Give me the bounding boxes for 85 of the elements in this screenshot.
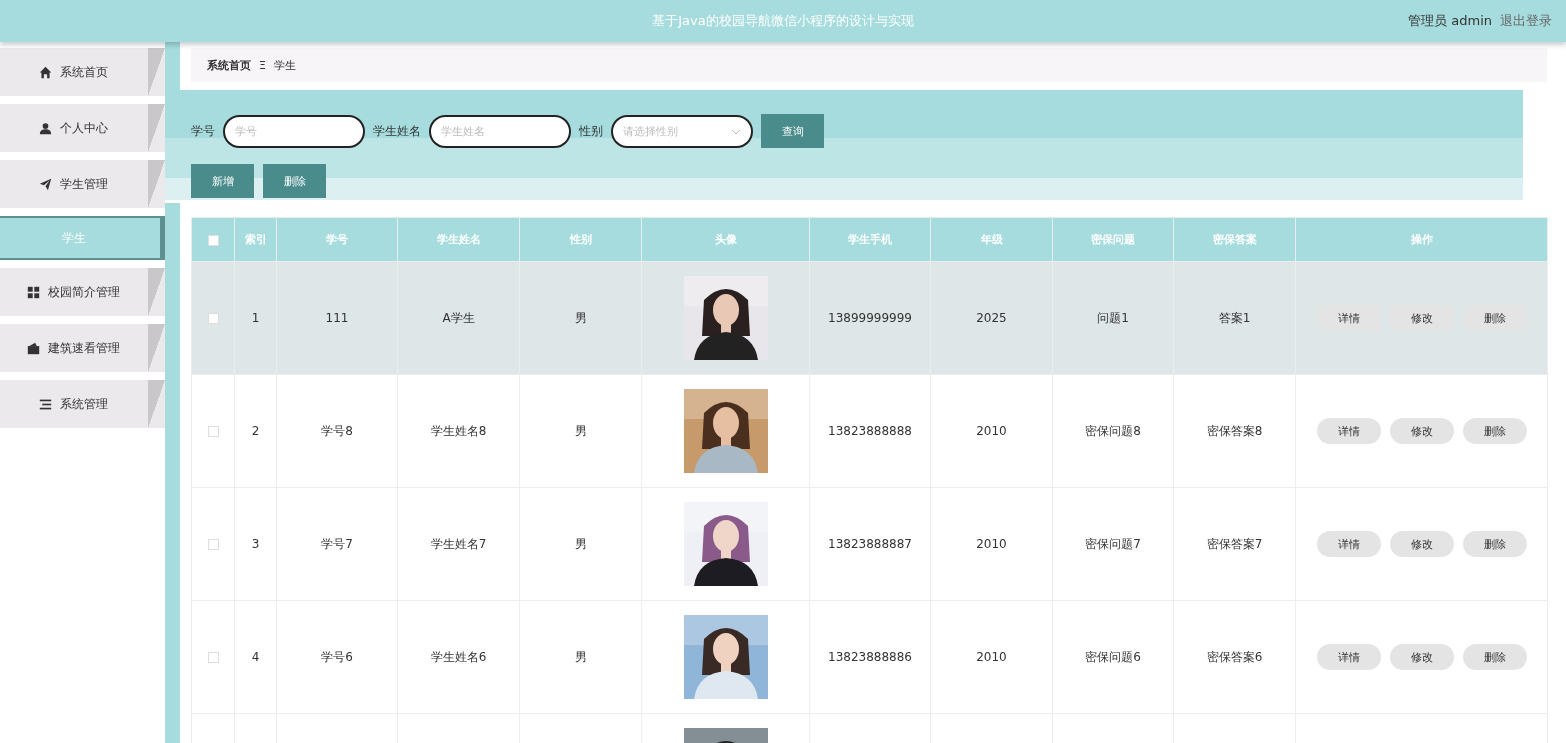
field-label: 性别 [579,122,603,140]
sidebar-item[interactable]: 建筑速看管理 [0,324,165,372]
list-icon [39,397,52,411]
details-button[interactable]: 详情 [1316,644,1381,670]
edit-button[interactable]: 修改 [1389,644,1454,670]
table-cell: 答案1 [1218,310,1251,325]
wallet-icon [27,341,40,355]
breadcrumb-link[interactable]: 系统首页 [207,57,251,73]
details-button[interactable]: 详情 [1316,305,1381,331]
table-cell: 3 [251,537,260,551]
details-button[interactable]: 详情 [1316,418,1381,444]
home-icon [39,65,52,79]
table-cell: 密保答案6 [1206,649,1263,664]
delete-button[interactable]: 删除 [1462,644,1527,670]
field-label: 学生姓名 [373,122,421,140]
add-button[interactable]: 新增 [191,164,254,198]
edit-button[interactable]: 修改 [1389,305,1454,331]
column-header: 学生手机 [809,217,931,262]
column-header: 头像 [641,217,810,262]
sidebar-item[interactable]: 个人中心 [0,104,165,152]
table-cell: 密保问题8 [1085,423,1141,438]
table-cell: 2010 [976,424,1007,438]
column-header: 索引 [234,217,277,262]
column-header: 操作 [1295,217,1548,262]
details-button[interactable]: 详情 [1316,531,1381,557]
breadcrumb-current: 学生 [273,57,296,73]
table-cell: 学生姓名8 [430,423,487,438]
logout-link[interactable]: 退出登录 [1500,12,1552,30]
sidebar-item[interactable]: 校园简介管理 [0,268,165,316]
table-cell: 问题1 [1097,310,1129,325]
delete-button[interactable]: 删除 [263,164,326,198]
table-cell: 13823888886 [828,650,912,664]
column-header: 性别 [519,217,642,262]
delete-button[interactable]: 删除 [1462,531,1527,557]
checkbox[interactable] [207,234,219,246]
column-header: 年级 [930,217,1053,262]
checkbox[interactable] [207,652,219,663]
sidebar-item[interactable]: 系统管理 [0,380,165,428]
search-button[interactable]: 查询 [761,114,824,148]
table-cell: 学号7 [321,536,353,551]
table-cell: 密保答案8 [1206,423,1263,438]
table-cell: 2025 [976,311,1007,325]
checkbox[interactable] [207,426,219,437]
sidebar-item[interactable]: 系统首页 [0,48,165,96]
person-icon [39,121,52,135]
grid-icon [27,285,40,299]
table-cell: 111 [325,311,349,325]
edit-button[interactable]: 修改 [1389,418,1454,444]
table-cell: 13823888887 [828,537,912,551]
breadcrumb-separator: Ξ [259,58,266,72]
input-field[interactable]: 学生姓名 [429,114,571,148]
table-cell: 学号8 [321,423,353,438]
table-cell: 2 [251,424,260,438]
column-header: 学号 [276,217,398,262]
column-header: 学生姓名 [397,217,520,262]
table-cell: 密保问题7 [1085,536,1141,551]
table-cell: 学生姓名7 [430,536,487,551]
checkbox[interactable] [207,539,219,550]
table-cell: 密保答案7 [1206,536,1263,551]
edit-button[interactable]: 修改 [1389,531,1454,557]
table-cell: 男 [574,423,587,438]
table-cell: 男 [574,310,587,325]
column-header: 密保答案 [1173,217,1296,262]
table-cell: 1 [251,311,260,325]
table-cell: A学生 [442,310,475,325]
checkbox[interactable] [207,313,219,324]
table-cell: 男 [574,649,587,664]
table-cell: 学号6 [321,649,353,664]
paper-plane-icon [39,177,52,191]
table-cell: 2010 [976,537,1007,551]
table-cell: 2010 [976,650,1007,664]
table-cell: 密保问题6 [1085,649,1141,664]
delete-button[interactable]: 删除 [1462,418,1527,444]
user-name: 管理员 admin [1408,12,1492,30]
table-cell: 男 [574,536,587,551]
sidebar-item[interactable]: 学生管理 [0,160,165,208]
table-cell: 学生姓名6 [430,649,487,664]
table-cell: 4 [251,650,260,664]
column-header: 密保问题 [1052,217,1174,262]
table-cell: 13899999999 [828,311,912,325]
field-label: 学号 [191,122,215,140]
app-title: 基于Java的校园导航微信小程序的设计与实现 [652,13,914,28]
chevron-down-icon [731,128,741,135]
delete-button[interactable]: 删除 [1462,305,1527,331]
table-cell: 13823888888 [828,424,912,438]
